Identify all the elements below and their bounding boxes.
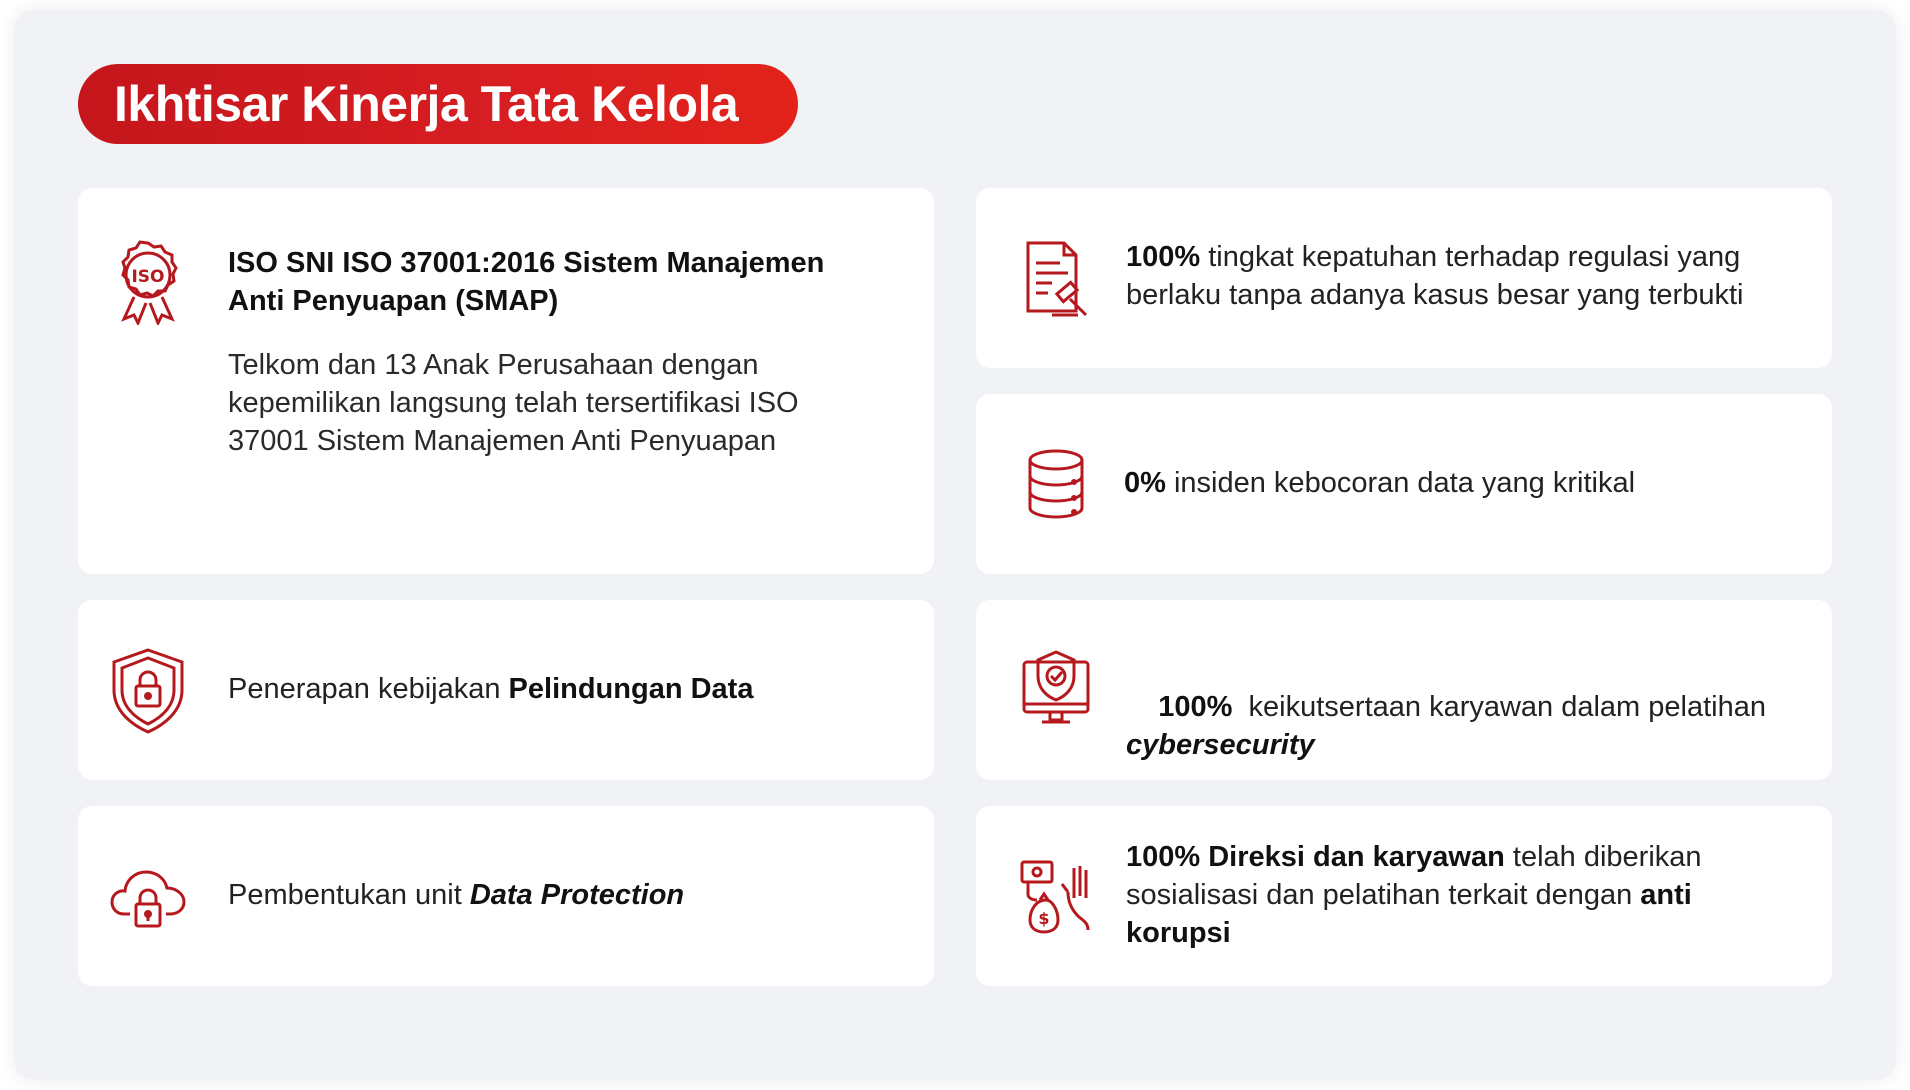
data-unit-desc: Pembentukan unit xyxy=(228,879,470,911)
anti-corruption-text: 100% Direksi dan karyawan telah diberika… xyxy=(1126,838,1766,952)
cyber-training-value: 100% xyxy=(1158,691,1233,723)
iso-description: Telkom dan 13 Anak Perusahaan dengan kep… xyxy=(228,349,799,457)
card-anti-corruption: $ 100% Direksi dan karyawan telah diberi… xyxy=(976,806,1832,986)
card-cyber-training: 100% keikutsertaan karyawan dalam pelati… xyxy=(976,600,1832,780)
refuse-bribe-icon: $ xyxy=(1016,851,1096,941)
shield-lock-icon xyxy=(108,645,188,735)
data-policy-text: Penerapan kebijakan Pelindungan Data xyxy=(228,670,908,708)
legal-document-icon xyxy=(1016,234,1096,324)
cyber-training-desc: keikutsertaan karyawan dalam pelatihan xyxy=(1232,691,1775,723)
data-leak-value: 0% xyxy=(1124,467,1166,499)
svg-text:$: $ xyxy=(1038,909,1049,928)
card-data-unit: Pembentukan unit Data Protection xyxy=(78,806,934,986)
card-iso: ISO ISO SNI ISO 37001:2016 Sistem Manaje… xyxy=(78,188,934,574)
compliance-desc: tingkat kepatuhan terhadap regulasi yang… xyxy=(1126,241,1744,311)
iso-heading: ISO SNI ISO 37001:2016 Sistem Manajemen … xyxy=(228,247,825,317)
data-leak-text: 0% insiden kebocoran data yang kritikal xyxy=(1124,464,1784,502)
svg-text:ISO: ISO xyxy=(131,267,164,287)
data-leak-desc: insiden kebocoran data yang kritikal xyxy=(1165,467,1636,499)
data-unit-text: Pembentukan unit Data Protection xyxy=(228,876,908,914)
data-policy-bold: Pelindungan Data xyxy=(508,673,754,705)
monitor-shield-icon xyxy=(1016,645,1096,735)
page-title: Ikhtisar Kinerja Tata Kelola xyxy=(114,76,739,132)
card-data-policy: Penerapan kebijakan Pelindungan Data xyxy=(78,600,934,780)
title-banner: Ikhtisar Kinerja Tata Kelola xyxy=(78,64,798,144)
anti-corruption-bold1: 100% Direksi dan karyawan xyxy=(1126,841,1505,873)
cloud-lock-icon xyxy=(108,851,188,941)
card-data-leak: 0% insiden kebocoran data yang kritikal xyxy=(976,394,1832,574)
iso-seal-icon: ISO xyxy=(108,236,188,326)
cyber-training-italic: cybersecurity xyxy=(1126,729,1315,761)
data-unit-italic: Data Protection xyxy=(469,879,685,911)
iso-text-block: ISO SNI ISO 37001:2016 Sistem Manajemen … xyxy=(228,244,868,460)
card-compliance: 100% tingkat kepatuhan terhadap regulasi… xyxy=(976,188,1832,368)
compliance-text: 100% tingkat kepatuhan terhadap regulasi… xyxy=(1126,238,1786,314)
database-icon xyxy=(1016,439,1096,529)
compliance-value: 100% xyxy=(1126,241,1201,273)
cyber-training-text: 100% keikutsertaan karyawan dalam pelati… xyxy=(1126,650,1786,802)
data-policy-desc: Penerapan kebijakan xyxy=(228,673,509,705)
